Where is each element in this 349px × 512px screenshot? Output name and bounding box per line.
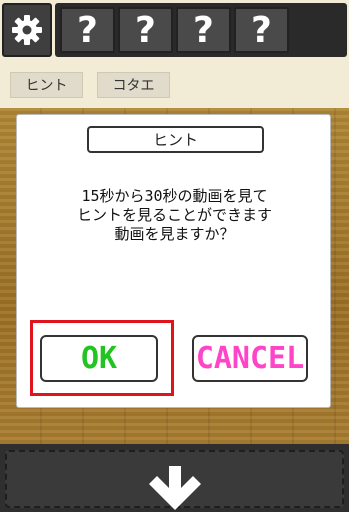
cancel-button[interactable]: CANCEL: [192, 335, 308, 382]
dialog-title: ヒント: [87, 126, 264, 153]
dialog-message-line-2: ヒントを見ることができます: [76, 206, 272, 224]
item-slot-3[interactable]: ?: [176, 7, 231, 53]
settings-button[interactable]: [2, 3, 52, 57]
dialog-message-line-3: 動画を見ますか？: [114, 225, 235, 243]
dialog-message: 15秒から30秒の動画を見て ヒントを見ることができます 動画を見ますか？: [17, 187, 332, 244]
tab-answer[interactable]: コタエ: [97, 72, 170, 98]
item-slot-1[interactable]: ?: [60, 7, 115, 53]
item-slot-4[interactable]: ?: [234, 7, 289, 53]
tab-hint[interactable]: ヒント: [10, 72, 83, 98]
item-slots: ? ? ? ?: [55, 3, 347, 57]
bottom-bar: [0, 444, 349, 512]
dialog-message-line-1: 15秒から30秒の動画を見て: [81, 187, 268, 205]
item-slot-2[interactable]: ?: [118, 7, 173, 53]
ok-button[interactable]: OK: [40, 335, 158, 382]
tab-strip: ヒント コタエ: [0, 60, 349, 108]
gear-icon: [12, 15, 42, 45]
arrow-down-icon[interactable]: [145, 466, 205, 512]
top-toolbar: ? ? ? ?: [0, 0, 349, 60]
